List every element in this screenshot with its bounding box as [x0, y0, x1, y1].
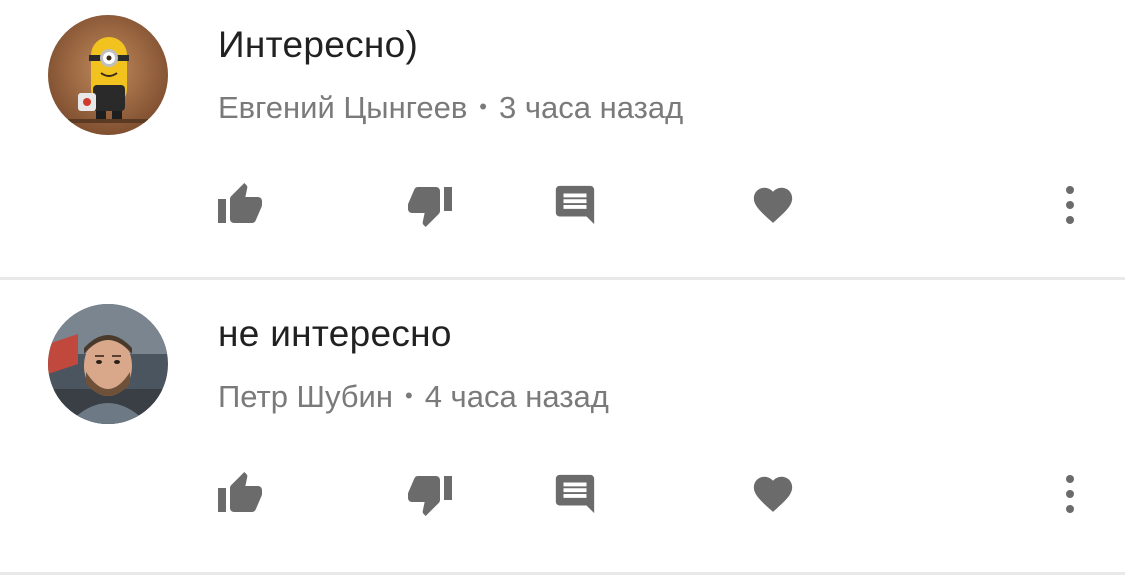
more-vertical-icon: [1066, 186, 1074, 224]
heart-button[interactable]: [743, 175, 803, 235]
avatar[interactable]: [48, 15, 168, 135]
dislike-button[interactable]: [400, 464, 460, 524]
comment-text: не интересно: [218, 313, 452, 354]
dislike-button[interactable]: [400, 175, 460, 235]
reply-button[interactable]: [545, 464, 605, 524]
comment-icon: [555, 185, 595, 225]
more-vertical-icon: [1066, 475, 1074, 513]
comment-meta: Петр Шубин • 4 часа назад: [218, 379, 609, 415]
man-photo-avatar-icon: [48, 304, 168, 424]
comments-list: Интересно) Евгений Цынгеев • 3 часа назад: [0, 0, 1125, 579]
divider: [0, 572, 1125, 575]
thumbs-up-icon: [218, 183, 262, 223]
comment-time: 3 часа назад: [499, 90, 684, 125]
avatar[interactable]: [48, 304, 168, 424]
heart-button[interactable]: [743, 464, 803, 524]
more-options-button[interactable]: [1040, 464, 1100, 524]
thumbs-down-icon: [408, 187, 452, 227]
author-name[interactable]: Евгений Цынгеев: [218, 90, 467, 125]
divider: [0, 277, 1125, 280]
like-button[interactable]: [210, 175, 270, 235]
meta-separator: •: [405, 383, 413, 408]
reply-button[interactable]: [545, 175, 605, 235]
meta-separator: •: [479, 94, 487, 119]
comment-item: Интересно) Евгений Цынгеев • 3 часа назад: [0, 0, 1125, 278]
comment-item: не интересно Петр Шубин • 4 часа назад: [0, 289, 1125, 567]
minion-avatar-icon: [48, 15, 168, 135]
comment-icon: [555, 474, 595, 514]
heart-icon: [753, 187, 793, 223]
comment-text: Интересно): [218, 24, 419, 65]
like-button[interactable]: [210, 464, 270, 524]
heart-icon: [753, 476, 793, 512]
author-name[interactable]: Петр Шубин: [218, 379, 393, 414]
thumbs-up-icon: [218, 472, 262, 512]
more-options-button[interactable]: [1040, 175, 1100, 235]
thumbs-down-icon: [408, 476, 452, 516]
comment-time: 4 часа назад: [424, 379, 609, 414]
comment-meta: Евгений Цынгеев • 3 часа назад: [218, 90, 683, 126]
